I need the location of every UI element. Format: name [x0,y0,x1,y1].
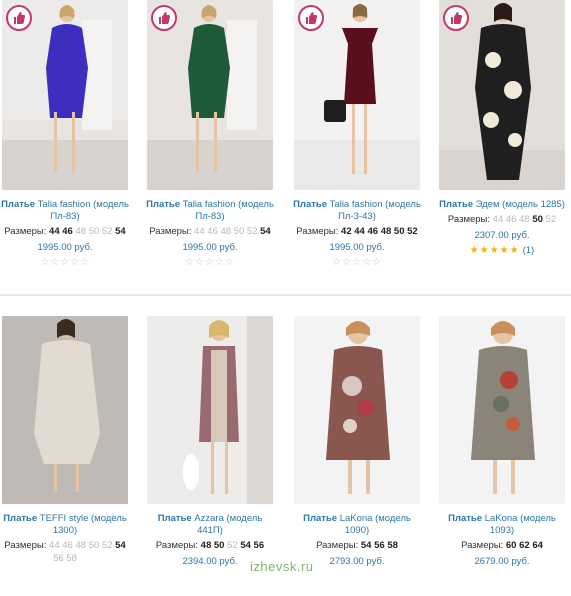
sizes-line: Размеры: 54 56 58 [316,540,398,551]
like-icon[interactable] [151,5,177,31]
product-card[interactable]: Платье Эдем (модель 1285) Размеры: 44 46… [437,0,567,256]
product-card[interactable]: Платье LaKona (модель 1093) Размеры: 60 … [437,316,567,569]
product-price: 1995.00 руб. [37,242,93,253]
product-price: 2679.00 руб. [474,556,530,567]
product-title[interactable]: Платье TEFFI style (модель 1300) [0,513,130,537]
product-title[interactable]: Платье Azzara (модель 441П) [145,513,275,537]
product-card[interactable]: Платье Azzara (модель 441П) Размеры: 48 … [145,316,275,569]
product-photo[interactable] [439,0,565,190]
product-price: 1995.00 руб. [329,242,385,253]
product-photo[interactable] [147,0,273,190]
product-price: 2307.00 руб. [474,230,530,241]
product-row-2: Платье TEFFI style (модель 1300) Размеры… [0,316,571,596]
product-card[interactable]: Платье LaKona (модель 1090) Размеры: 54 … [292,316,422,569]
rating-count[interactable]: (1) [523,245,535,256]
like-icon[interactable] [298,5,324,31]
product-title[interactable]: Платье Эдем (модель 1285) [437,199,567,211]
product-photo[interactable] [2,0,128,190]
rating-stars[interactable]: ☆☆☆☆☆ [0,257,130,268]
sizes-line: Размеры: 44 46 48 50 52 [447,214,557,225]
product-title[interactable]: Платье Talia fashion (модель Пл-83) [145,199,275,223]
sizes-line: Размеры: 42 44 46 48 50 52 [296,226,418,237]
product-card[interactable]: Платье Talia fashion (модель Пл-3-43) Ра… [292,0,422,268]
product-title[interactable]: Платье Talia fashion (модель Пл-83) [0,199,130,223]
like-icon[interactable] [6,5,32,31]
product-row-1: Платье Talia fashion (модель Пл-83) Разм… [0,0,571,280]
product-title[interactable]: Платье LaKona (модель 1090) [292,513,422,537]
site-watermark: izhevsk.ru [250,559,314,574]
product-price: 1995.00 руб. [182,242,238,253]
product-photo[interactable] [2,316,128,504]
product-title[interactable]: Платье LaKona (модель 1093) [437,513,567,537]
product-photo[interactable] [294,0,420,190]
product-photo[interactable] [439,316,565,504]
product-photo[interactable] [294,316,420,504]
product-title[interactable]: Платье Talia fashion (модель Пл-3-43) [292,199,422,223]
sizes-line: Размеры: 44 46 48 50 52 54 56 58 [4,540,126,564]
rating-stars[interactable]: ☆☆☆☆☆ [145,257,275,268]
row-divider [0,294,571,296]
product-card[interactable]: Платье Talia fashion (модель Пл-83) Разм… [0,0,130,268]
product-photo[interactable] [147,316,273,504]
rating-stars[interactable]: ★★★★★ (1) [437,245,567,256]
rating-stars[interactable]: ☆☆☆☆☆ [292,257,422,268]
sizes-line: Размеры: 60 62 64 [461,540,543,551]
product-card[interactable]: Платье TEFFI style (модель 1300) Размеры… [0,316,130,565]
like-icon[interactable] [443,5,469,31]
sizes-line: Размеры: 44 46 48 50 52 54 [4,226,126,237]
sizes-line: Размеры: 44 46 48 50 52 54 [149,226,271,237]
sizes-line: Размеры: 48 50 52 54 56 [155,540,265,551]
product-card[interactable]: Платье Talia fashion (модель Пл-83) Разм… [145,0,275,268]
